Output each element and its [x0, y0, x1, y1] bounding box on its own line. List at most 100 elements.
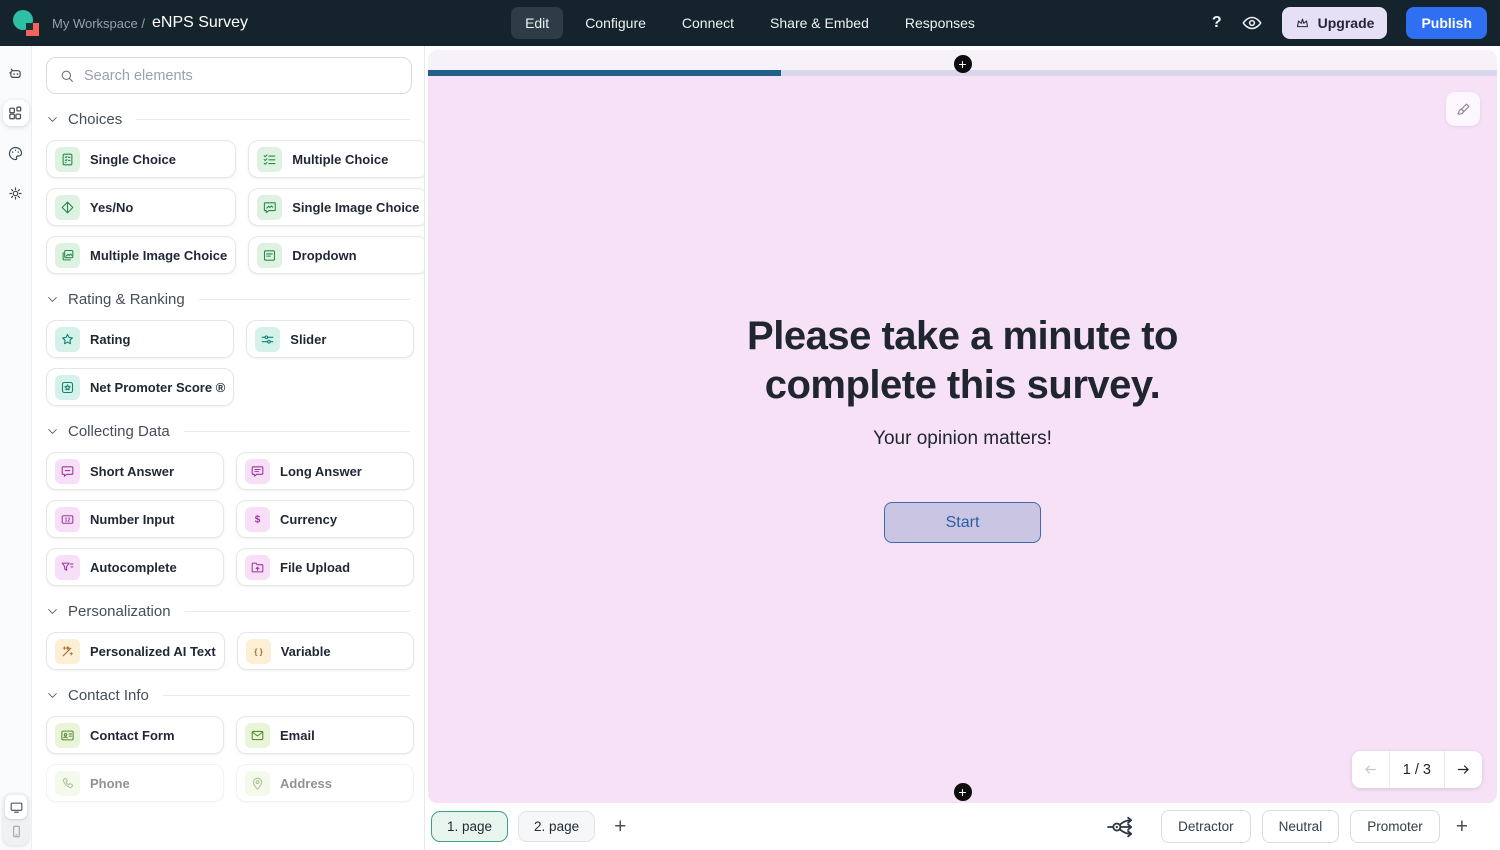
- address-icon: [245, 771, 270, 796]
- section-collecting-data: Collecting Data Short Answer Long Answer…: [46, 423, 414, 586]
- number-input-icon: 12: [55, 507, 80, 532]
- preview-eye-icon[interactable]: [1241, 12, 1263, 34]
- phone-icon: [55, 771, 80, 796]
- chevron-down-icon: [46, 425, 59, 438]
- segment-button-neutral[interactable]: Neutral: [1262, 810, 1340, 843]
- help-button[interactable]: ?: [1212, 14, 1222, 32]
- element-label: Currency: [280, 512, 337, 527]
- element-label: Net Promoter Score ®: [90, 380, 225, 395]
- element-label: Number Input: [90, 512, 175, 527]
- nav-tab-edit[interactable]: Edit: [511, 7, 563, 39]
- section-personalization: Personalization Personalized AI Text { }…: [46, 603, 414, 670]
- settings-panel-button[interactable]: [3, 180, 29, 206]
- net-promoter-score-icon: [55, 375, 80, 400]
- element-card-autocomplete[interactable]: Autocomplete: [46, 548, 224, 586]
- nav-tab-share-embed[interactable]: Share & Embed: [756, 7, 883, 39]
- segment-button-detractor[interactable]: Detractor: [1161, 810, 1251, 843]
- element-label: Yes/No: [90, 200, 133, 215]
- chevron-down-icon: [46, 689, 59, 702]
- element-card-long-answer[interactable]: Long Answer: [236, 452, 414, 490]
- survey-heading[interactable]: Please take a minute to complete this su…: [747, 312, 1178, 410]
- element-card-number-input[interactable]: 12 Number Input: [46, 500, 224, 538]
- element-card-single-image-choice[interactable]: Single Image Choice: [248, 188, 425, 226]
- theme-brush-button[interactable]: [1446, 92, 1480, 126]
- nav-tab-configure[interactable]: Configure: [571, 7, 660, 39]
- element-card-dropdown[interactable]: Dropdown: [248, 236, 425, 274]
- element-label: Email: [280, 728, 315, 743]
- long-answer-icon: [245, 459, 270, 484]
- breadcrumb[interactable]: My Workspace /: [52, 16, 145, 31]
- previous-page-button[interactable]: [1352, 751, 1389, 788]
- element-card-contact-form[interactable]: Contact Form: [46, 716, 224, 754]
- elements-panel-button[interactable]: [3, 100, 29, 126]
- desktop-view-button[interactable]: [5, 795, 27, 819]
- ai-assistant-button[interactable]: [3, 60, 29, 86]
- app-header: My Workspace / eNPS Survey EditConfigure…: [0, 0, 1500, 46]
- element-card-short-answer[interactable]: Short Answer: [46, 452, 224, 490]
- section-rating-ranking: Rating & Ranking Rating Slider Net Promo…: [46, 291, 414, 406]
- mobile-view-button[interactable]: [5, 819, 27, 843]
- svg-text:12: 12: [65, 517, 71, 523]
- element-label: Short Answer: [90, 464, 174, 479]
- element-label: Single Image Choice: [292, 200, 419, 215]
- app-logo-icon: [13, 10, 39, 36]
- element-card-address[interactable]: Address: [236, 764, 414, 802]
- multiple-image-choice-icon: [55, 243, 80, 268]
- element-card-file-upload[interactable]: File Upload: [236, 548, 414, 586]
- page-pager: 1 / 3: [1352, 751, 1482, 788]
- survey-title: eNPS Survey: [152, 14, 248, 32]
- contact-form-icon: [55, 723, 80, 748]
- page-tabs: 1. page 2. page: [431, 811, 605, 842]
- arrow-left-icon: [1362, 761, 1379, 778]
- element-card-net-promoter-score[interactable]: Net Promoter Score ®: [46, 368, 234, 406]
- mobile-icon: [9, 824, 24, 839]
- section-title: Choices: [68, 111, 122, 128]
- chevron-down-icon: [46, 605, 59, 618]
- element-label: Single Choice: [90, 152, 176, 167]
- single-image-choice-icon: [257, 195, 282, 220]
- search-icon: [59, 68, 75, 84]
- element-card-email[interactable]: Email: [236, 716, 414, 754]
- upgrade-button[interactable]: Upgrade: [1282, 7, 1388, 39]
- section-divider: [184, 431, 410, 432]
- search-input[interactable]: [84, 68, 399, 84]
- next-page-button[interactable]: [1445, 751, 1482, 788]
- currency-icon: $: [245, 507, 270, 532]
- yes-no-icon: [55, 195, 80, 220]
- section-divider: [136, 119, 410, 120]
- nav-tab-responses[interactable]: Responses: [891, 7, 989, 39]
- add-segment-button[interactable]: +: [1456, 816, 1468, 837]
- chevron-down-icon: [46, 113, 59, 126]
- element-card-yes-no[interactable]: Yes/No: [46, 188, 236, 226]
- element-card-multiple-image-choice[interactable]: Multiple Image Choice: [46, 236, 236, 274]
- page-tab-1[interactable]: 1. page: [431, 811, 508, 842]
- logic-branch-icon[interactable]: [1105, 814, 1137, 839]
- element-card-variable[interactable]: { } Variable: [237, 632, 414, 670]
- segment-button-promoter[interactable]: Promoter: [1350, 810, 1440, 843]
- page-indicator: 1 / 3: [1389, 751, 1445, 788]
- element-card-personalized-ai-text[interactable]: Personalized AI Text: [46, 632, 225, 670]
- add-element-below-button[interactable]: +: [954, 783, 972, 801]
- survey-subtitle[interactable]: Your opinion matters!: [747, 428, 1178, 450]
- element-card-slider[interactable]: Slider: [246, 320, 414, 358]
- element-card-single-choice[interactable]: Single Choice: [46, 140, 236, 178]
- start-button[interactable]: Start: [884, 502, 1041, 543]
- page-tab-2[interactable]: 2. page: [518, 811, 595, 842]
- section-title: Rating & Ranking: [68, 291, 185, 308]
- element-card-currency[interactable]: $ Currency: [236, 500, 414, 538]
- section-divider: [163, 695, 410, 696]
- element-card-phone[interactable]: Phone: [46, 764, 224, 802]
- element-card-multiple-choice[interactable]: Multiple Choice: [248, 140, 425, 178]
- element-card-rating[interactable]: Rating: [46, 320, 234, 358]
- multiple-choice-icon: [257, 147, 282, 172]
- segment-controls: Detractor Neutral Promoter +: [1105, 810, 1468, 843]
- section-title: Collecting Data: [68, 423, 170, 440]
- nav-tab-connect[interactable]: Connect: [668, 7, 748, 39]
- design-panel-button[interactable]: [3, 140, 29, 166]
- add-page-button[interactable]: +: [614, 816, 626, 837]
- survey-canvas: Please take a minute to complete this su…: [428, 50, 1497, 803]
- add-element-above-button[interactable]: +: [954, 55, 972, 73]
- blocks-icon: [7, 105, 24, 122]
- publish-button[interactable]: Publish: [1406, 7, 1487, 39]
- element-label: Multiple Image Choice: [90, 248, 227, 263]
